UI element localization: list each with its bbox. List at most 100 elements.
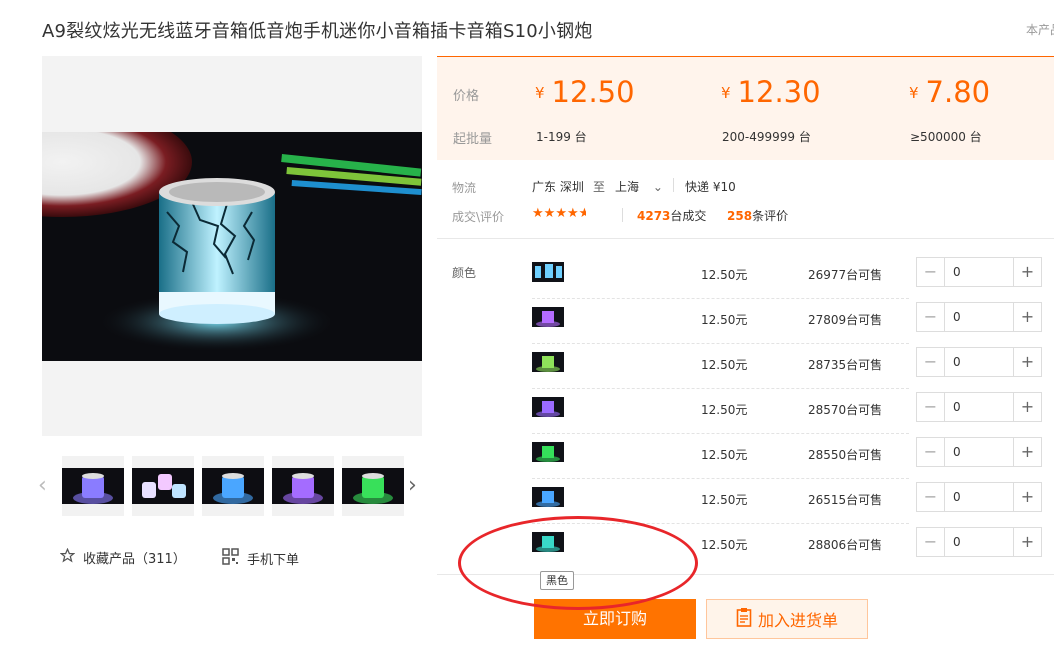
sku-row: 12.50元 28735台可售 − + <box>532 344 1042 389</box>
star-icon: ★ <box>543 206 556 221</box>
thumbnail-4[interactable] <box>272 456 334 516</box>
annotation-circle <box>458 516 698 610</box>
increase-button[interactable]: + <box>1013 393 1041 421</box>
currency-symbol: ¥ <box>909 84 919 102</box>
speaker-thumb-icon <box>142 474 186 498</box>
increase-button[interactable]: + <box>1013 348 1041 376</box>
sku-price: 12.50元 <box>701 403 748 417</box>
quantity-input[interactable] <box>945 438 1013 466</box>
thumbnail-image <box>202 468 264 504</box>
reviews-link[interactable]: 258条评价 <box>727 207 788 224</box>
thumbnail-3[interactable] <box>202 456 264 516</box>
sku-image[interactable] <box>532 352 564 372</box>
speaker-variant-icon <box>536 446 560 462</box>
speaker-thumb-icon <box>213 473 253 504</box>
sku-row: 12.50元 26977台可售 − + <box>532 254 1042 299</box>
increase-button[interactable]: + <box>1013 438 1041 466</box>
price-tier-1: ¥12.50 <box>535 75 635 109</box>
decrease-button[interactable]: − <box>917 393 945 421</box>
star-icon: ★ <box>566 206 579 221</box>
color-label: 颜色 <box>452 266 477 280</box>
quantity-stepper: − + <box>916 527 1042 557</box>
sku-price: 12.50元 <box>701 448 748 462</box>
increase-button[interactable]: + <box>1013 483 1041 511</box>
main-product-photo[interactable] <box>42 132 422 361</box>
section-divider <box>437 238 1054 239</box>
sku-stock: 27809台可售 <box>808 313 883 327</box>
favorite-button[interactable]: 收藏产品（311） <box>59 547 186 567</box>
add-to-list-button[interactable]: 加入进货单 <box>706 599 868 639</box>
thumbnail-image <box>342 468 404 504</box>
moq-label: 起批量 <box>453 132 493 147</box>
product-title: A9裂纹炫光无线蓝牙音箱低音炮手机迷你小音箱插卡音箱S10小钢炮 <box>42 21 593 42</box>
divider <box>622 208 623 222</box>
speaker-variant-icon <box>536 311 560 327</box>
thumbnail-image <box>132 468 194 504</box>
quantity-stepper: − + <box>916 482 1042 512</box>
speaker-variant-icon <box>536 356 560 372</box>
sku-stock: 26977台可售 <box>808 268 883 282</box>
quantity-input[interactable] <box>945 483 1013 511</box>
ship-to: 至 <box>593 180 606 194</box>
thumbnail-5[interactable] <box>342 456 404 516</box>
chevron-right-icon[interactable]: › <box>408 473 417 498</box>
thumbnail-image <box>272 468 334 504</box>
price-value: 7.80 <box>925 75 991 109</box>
increase-button[interactable]: + <box>1013 258 1041 286</box>
star-icon: ★ <box>555 206 567 221</box>
quantity-input[interactable] <box>945 393 1013 421</box>
increase-button[interactable]: + <box>1013 303 1041 331</box>
speaker-thumb-icon <box>73 473 113 504</box>
currency-symbol: ¥ <box>721 84 731 102</box>
quantity-input[interactable] <box>945 348 1013 376</box>
sku-image[interactable] <box>532 397 564 417</box>
thumbnail-1[interactable] <box>62 456 124 516</box>
favorite-label: 收藏产品（311） <box>83 552 186 567</box>
decrease-button[interactable]: − <box>917 528 945 556</box>
sku-stock: 28550台可售 <box>808 448 883 462</box>
mobile-order-button[interactable]: 手机下单 <box>222 548 299 569</box>
mobile-order-label: 手机下单 <box>247 553 300 568</box>
title-aside-link[interactable]: 本产品 <box>1026 21 1054 38</box>
decrease-button[interactable]: − <box>917 438 945 466</box>
quantity-input[interactable] <box>945 303 1013 331</box>
sku-image[interactable] <box>532 487 564 507</box>
quantity-input[interactable] <box>945 258 1013 286</box>
star-outline-icon <box>59 547 76 567</box>
increase-button[interactable]: + <box>1013 528 1041 556</box>
quantity-stepper: − + <box>916 437 1042 467</box>
sku-image[interactable] <box>532 307 564 327</box>
sku-image[interactable] <box>532 442 564 462</box>
quantity-stepper: − + <box>916 347 1042 377</box>
sku-price: 12.50元 <box>701 358 748 372</box>
decrease-button[interactable]: − <box>917 258 945 286</box>
speaker-thumb-icon <box>353 473 393 504</box>
quantity-stepper: − + <box>916 302 1042 332</box>
price-label: 价格 <box>453 89 480 104</box>
ship-destination-select[interactable]: 上海 ⌄ <box>615 178 663 195</box>
sku-row: 12.50元 28570台可售 − + <box>532 389 1042 434</box>
speaker-variant-icon <box>535 264 562 278</box>
logistics-label: 物流 <box>452 181 477 195</box>
sku-price: 12.50元 <box>701 493 748 507</box>
decrease-button[interactable]: − <box>917 348 945 376</box>
deals-suffix: 台成交 <box>670 209 707 223</box>
sku-stock: 28735台可售 <box>808 358 883 372</box>
thumbnail-image <box>62 468 124 504</box>
chevron-left-icon[interactable]: ‹ <box>38 473 47 498</box>
decrease-button[interactable]: − <box>917 483 945 511</box>
deals-link[interactable]: 4273台成交 <box>637 207 706 224</box>
rating-stars: ★★★★★ <box>532 206 586 221</box>
thumbnail-2[interactable] <box>132 456 194 516</box>
speaker-photo-illustration <box>42 132 422 361</box>
sku-image[interactable] <box>532 262 564 282</box>
quantity-input[interactable] <box>945 528 1013 556</box>
chevron-down-icon: ⌄ <box>652 180 663 194</box>
ship-origin: 广东 深圳 <box>532 180 584 194</box>
qr-code-icon <box>222 548 239 569</box>
deals-count: 4273 <box>637 209 671 223</box>
quantity-stepper: − + <box>916 392 1042 422</box>
sku-price: 12.50元 <box>701 313 748 327</box>
star-half-icon: ★ <box>578 206 586 221</box>
decrease-button[interactable]: − <box>917 303 945 331</box>
